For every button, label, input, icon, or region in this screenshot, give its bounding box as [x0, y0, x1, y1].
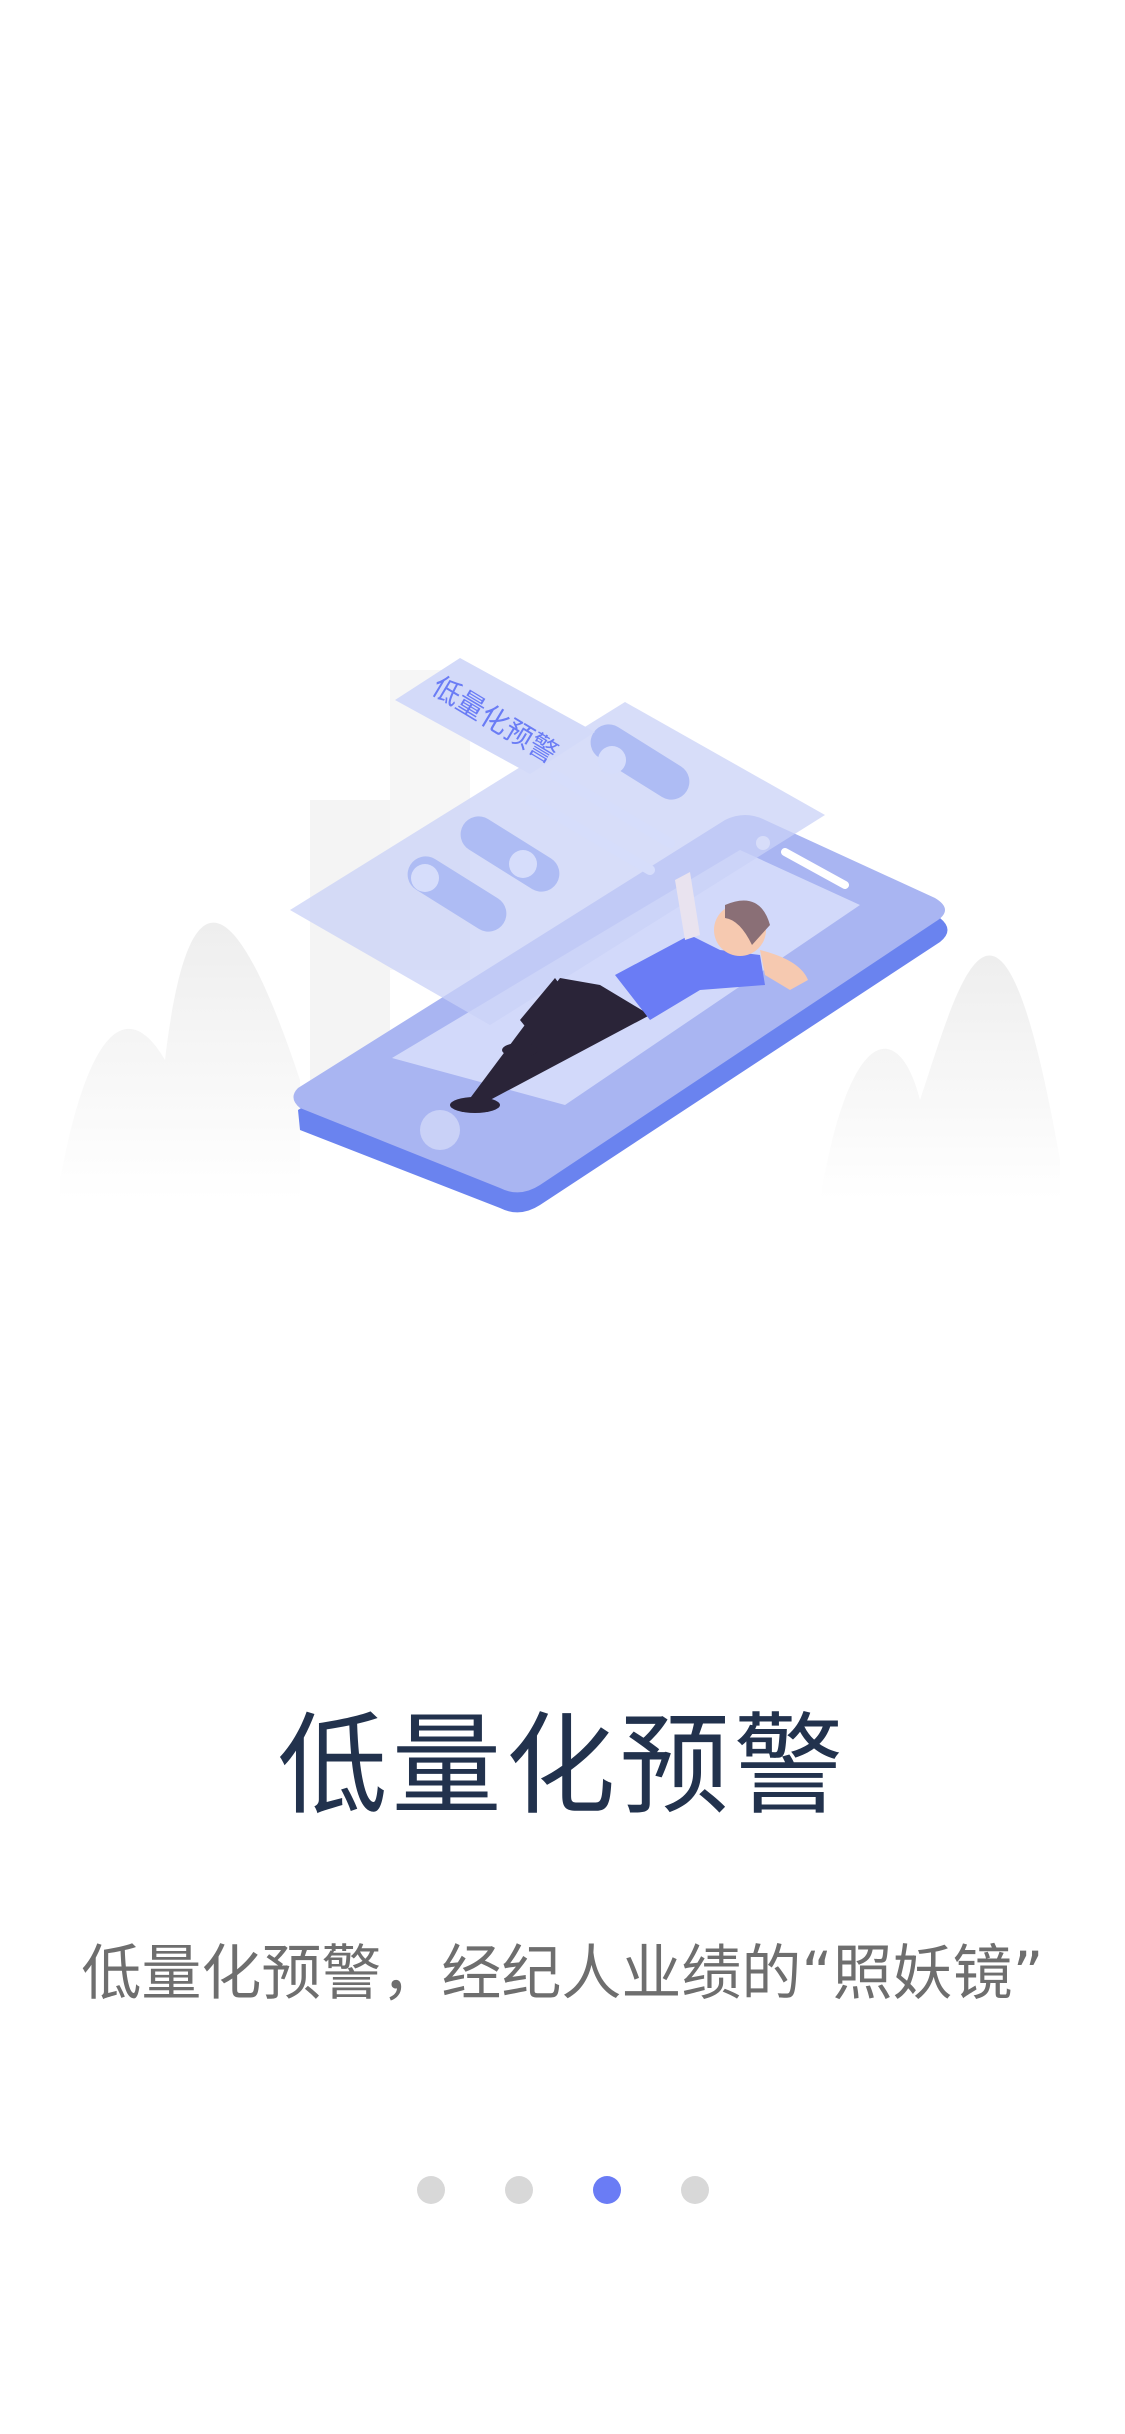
- page-subtitle: 低量化预警，经纪人业绩的“照妖镜”: [81, 1939, 1044, 2009]
- mountain-left: [60, 922, 300, 1200]
- page-title: 低量化预警: [277, 1702, 848, 1830]
- page-dot-1[interactable]: [416, 2176, 445, 2204]
- page-indicator[interactable]: [0, 2176, 1125, 2204]
- onboarding-illustration: 低量化预警: [0, 600, 1125, 1300]
- phone-home-button: [420, 1110, 460, 1150]
- page-dot-4[interactable]: [680, 2176, 709, 2204]
- page-dot-3-active[interactable]: [592, 2176, 621, 2204]
- phone-illustration: 低量化预警: [60, 658, 1060, 1213]
- page-dot-2[interactable]: [504, 2176, 533, 2204]
